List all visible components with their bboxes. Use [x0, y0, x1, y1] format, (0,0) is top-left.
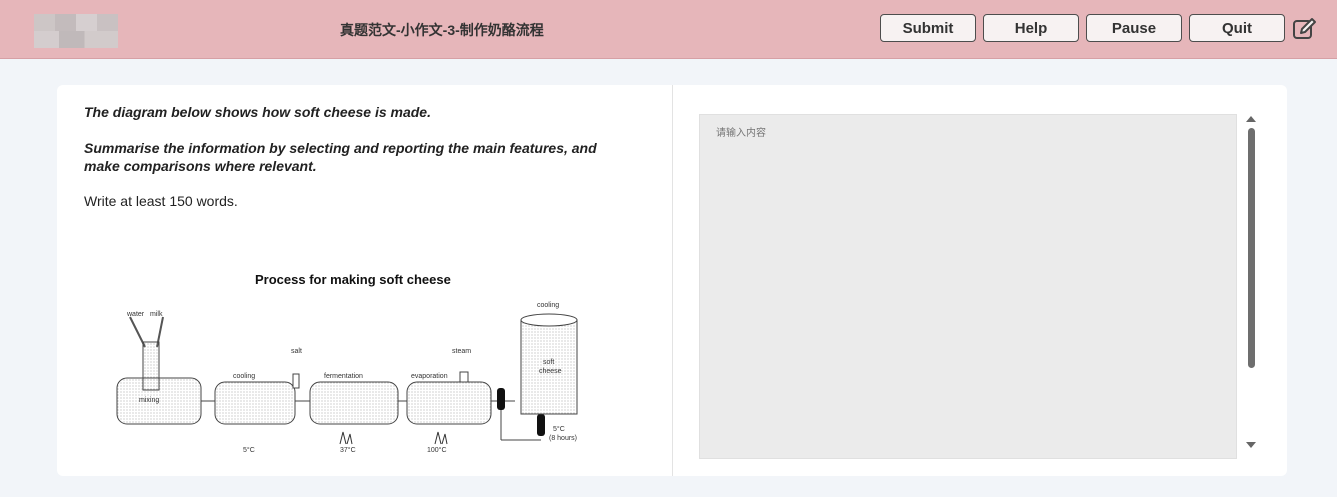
diagram-title: Process for making soft cheese	[255, 272, 451, 287]
label-evaporation: evaporation	[411, 373, 448, 380]
submit-button[interactable]: Submit	[880, 14, 976, 42]
label-steam: steam	[452, 348, 471, 355]
label-temp-1: 5°C	[243, 446, 255, 454]
top-bar: 真题范文-小作文-3-制作奶酪流程 Submit Help Pause Quit	[0, 0, 1337, 59]
avatar	[34, 14, 118, 48]
label-fermentation: fermentation	[324, 373, 363, 380]
scroll-down-icon[interactable]	[1246, 442, 1256, 448]
salt-hopper	[292, 373, 300, 389]
label-soft: soft	[543, 359, 554, 366]
task-line-1: The diagram below shows how soft cheese …	[84, 104, 431, 120]
label-milk: milk	[150, 311, 163, 318]
edit-icon[interactable]	[1291, 16, 1317, 42]
storage-cylinder	[520, 319, 578, 415]
task-line-3: Write at least 150 words.	[84, 193, 238, 209]
flame-icon	[434, 431, 448, 445]
valve-2	[537, 414, 545, 436]
help-button[interactable]: Help	[983, 14, 1079, 42]
pause-button[interactable]: Pause	[1086, 14, 1182, 42]
steam-vent	[459, 371, 469, 383]
label-temp-4: 5°C	[553, 425, 565, 433]
cylinder-top	[520, 313, 578, 327]
valve-1	[497, 388, 505, 410]
label-cooling-top: cooling	[537, 302, 559, 309]
page-title: 真题范文-小作文-3-制作奶酪流程	[340, 22, 544, 38]
label-cooling: cooling	[233, 373, 255, 380]
label-temp-2: 37°C	[340, 446, 356, 454]
scroll-up-icon[interactable]	[1246, 116, 1256, 122]
label-cheese: cheese	[539, 368, 562, 375]
tank-fermentation	[309, 381, 399, 425]
label-temp-4-duration: (8 hours)	[549, 435, 577, 442]
cheese-process-diagram: water milk mixing cooling 5°C salt ferme…	[116, 302, 578, 454]
tank-evaporation	[406, 381, 492, 425]
quit-button[interactable]: Quit	[1189, 14, 1285, 42]
tank-cooling	[214, 381, 296, 425]
flame-icon	[339, 431, 353, 445]
label-mixing: mixing	[139, 397, 159, 404]
task-line-2b: make comparisons where relevant.	[84, 158, 317, 174]
task-line-2a: Summarise the information by selecting a…	[84, 140, 597, 156]
scrollbar-thumb[interactable]	[1248, 128, 1255, 368]
label-salt: salt	[291, 348, 302, 355]
panel-divider	[672, 85, 673, 476]
label-temp-3: 100°C	[427, 446, 447, 454]
answer-textarea[interactable]	[699, 114, 1237, 459]
label-water: water	[126, 311, 145, 318]
